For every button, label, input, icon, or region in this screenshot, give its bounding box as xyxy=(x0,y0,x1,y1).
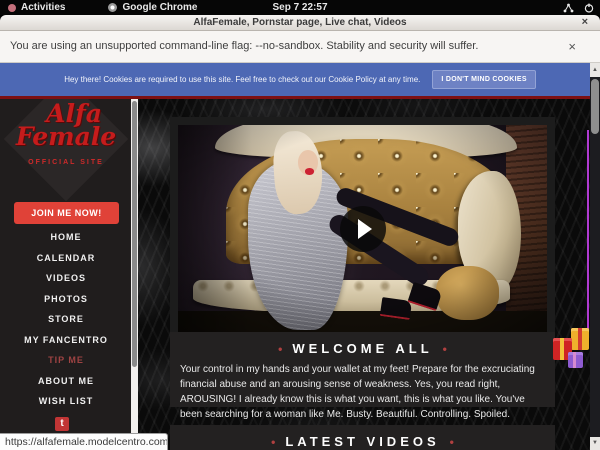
infobar-close-icon[interactable]: × xyxy=(568,39,576,54)
window-title-bar: AlfaFemale, Pornstar page, Live chat, Vi… xyxy=(0,15,600,31)
heading-dot-right: • xyxy=(450,435,454,449)
chrome-infobar: You are using an unsupported command-lin… xyxy=(0,31,600,63)
sidebar-item-tip-me[interactable]: TIP ME xyxy=(0,350,132,371)
network-icon[interactable] xyxy=(563,3,574,13)
sidebar-nav: HOME CALENDAR VIDEOS PHOTOS STORE MY FAN… xyxy=(0,227,132,412)
sidebar-scrollbar[interactable] xyxy=(131,99,138,450)
cookie-message: Hey there! Cookies are required to use t… xyxy=(64,75,420,84)
heading-dot-left: • xyxy=(278,342,282,356)
screen: Activities Google Chrome Sep 7 22:57 Alf… xyxy=(0,0,600,450)
power-icon[interactable] xyxy=(584,3,594,13)
hero-video[interactable] xyxy=(170,117,555,340)
logo-line-2: Female xyxy=(0,124,132,149)
welcome-text: Your control in my hands and your wallet… xyxy=(170,356,555,422)
play-button[interactable] xyxy=(340,206,386,252)
site-logo[interactable]: Alfa Female xyxy=(0,101,132,149)
play-icon xyxy=(358,219,372,239)
sidebar-item-photos[interactable]: PHOTOS xyxy=(0,289,132,310)
cookie-banner: Hey there! Cookies are required to use t… xyxy=(0,63,600,96)
browser-scrollbar-thumb[interactable] xyxy=(591,79,599,134)
official-site-tagline: OFFICIAL SITE xyxy=(0,159,132,166)
system-top-bar: Activities Google Chrome Sep 7 22:57 xyxy=(0,0,600,15)
side-tab-edge xyxy=(587,130,590,332)
sidebar: Alfa Female OFFICIAL SITE JOIN ME NOW! H… xyxy=(0,99,132,450)
status-url-bubble: https://alfafemale.modelcentro.com/tips xyxy=(0,433,168,450)
cookie-accept-button[interactable]: I DON'T MIND COOKIES xyxy=(432,70,535,89)
scrollbar-down-icon[interactable]: ▼ xyxy=(590,437,600,450)
sidebar-scrollbar-thumb[interactable] xyxy=(132,101,137,367)
scrollbar-up-icon[interactable]: ▲ xyxy=(590,63,600,77)
infobar-message: You are using an unsupported command-lin… xyxy=(10,40,478,52)
join-me-now-button[interactable]: JOIN ME NOW! xyxy=(14,202,119,224)
sidebar-item-videos[interactable]: VIDEOS xyxy=(0,268,132,289)
main-area: • WELCOME ALL • Your control in my hands… xyxy=(138,99,590,450)
welcome-section: • WELCOME ALL • Your control in my hands… xyxy=(170,332,555,407)
hero-video-thumbnail xyxy=(178,125,547,332)
page-content: Alfa Female OFFICIAL SITE JOIN ME NOW! H… xyxy=(0,99,600,450)
latest-videos-section: • LATEST VIDEOS • xyxy=(170,425,555,450)
sidebar-item-home[interactable]: HOME xyxy=(0,227,132,248)
sidebar-item-about-me[interactable]: ABOUT ME xyxy=(0,371,132,392)
heading-dot-left: • xyxy=(271,435,275,449)
window-title: AlfaFemale, Pornstar page, Live chat, Vi… xyxy=(0,17,600,28)
heading-dot-right: • xyxy=(443,342,447,356)
latest-videos-title: LATEST VIDEOS xyxy=(285,434,439,449)
welcome-title: WELCOME ALL xyxy=(292,341,432,356)
browser-scrollbar[interactable]: ▲ ▼ xyxy=(590,63,600,450)
sidebar-item-store[interactable]: STORE xyxy=(0,309,132,330)
sidebar-item-calendar[interactable]: CALENDAR xyxy=(0,248,132,269)
twitter-icon[interactable]: t xyxy=(55,417,69,431)
sidebar-item-my-fancentro[interactable]: MY FANCENTRO xyxy=(0,330,132,351)
clock[interactable]: Sep 7 22:57 xyxy=(0,2,600,13)
window-close-icon[interactable]: × xyxy=(582,16,588,28)
gift-icon[interactable] xyxy=(552,322,590,374)
sidebar-item-wish-list[interactable]: WISH LIST xyxy=(0,391,132,412)
